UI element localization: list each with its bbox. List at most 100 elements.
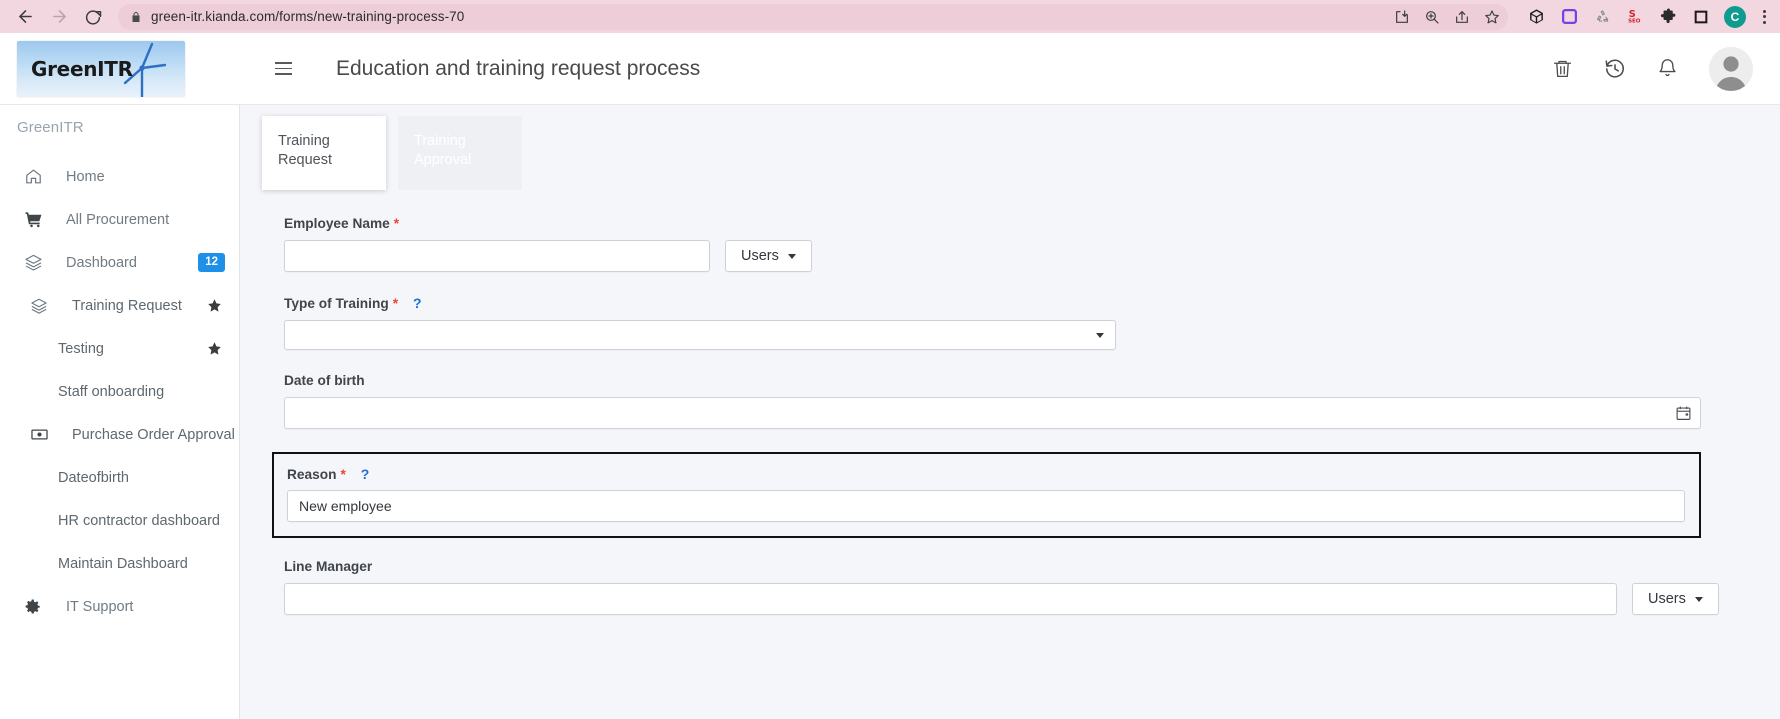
reason-input[interactable] xyxy=(287,490,1685,522)
line-manager-field-group: Line Manager Users xyxy=(284,559,1780,615)
header-actions xyxy=(1552,46,1780,91)
sidebar-item-label: Home xyxy=(66,168,105,185)
chevron-down-icon xyxy=(1096,332,1104,338)
app-header: GreenITR Education and training request … xyxy=(0,33,1780,105)
favorite-star-icon[interactable] xyxy=(207,298,222,313)
share-icon[interactable] xyxy=(1454,9,1470,25)
line-manager-input[interactable] xyxy=(284,583,1617,615)
gear-icon xyxy=(24,598,46,616)
sidebar-item-testing[interactable]: Testing xyxy=(0,327,239,370)
sidebar-item-maintain-dashboard[interactable]: Maintain Dashboard xyxy=(0,542,239,585)
reason-field-group[interactable]: Reason * ? xyxy=(272,452,1701,538)
sidebar-item-label: Dateofbirth xyxy=(58,469,129,486)
date-of-birth-label: Date of birth xyxy=(284,373,1780,388)
sidebar-item-staff-onboarding[interactable]: Staff onboarding xyxy=(0,370,239,413)
type-of-training-select[interactable] xyxy=(284,320,1116,350)
star-bookmark-icon[interactable] xyxy=(1484,9,1500,25)
label-text: Date of birth xyxy=(284,373,365,388)
sidebar-item-label: HR contractor dashboard xyxy=(58,512,220,529)
reload-button[interactable] xyxy=(78,2,108,32)
training-request-form: Employee Name * Users Type of Training *… xyxy=(262,190,1780,615)
download-icon[interactable] xyxy=(1394,9,1410,25)
status-badge: 12 xyxy=(198,253,225,272)
tab-training-approval[interactable]: Training Approval xyxy=(398,116,522,190)
chevron-down-icon xyxy=(787,253,796,259)
label-text: Employee Name xyxy=(284,216,390,231)
label-text: Line Manager xyxy=(284,559,373,574)
logo-text: GreenITR xyxy=(31,56,133,81)
sidebar-item-all-procurement[interactable]: All Procurement xyxy=(0,198,239,241)
greenitr-logo-image: GreenITR xyxy=(17,40,185,97)
puzzle-extensions-icon[interactable] xyxy=(1658,7,1678,27)
money-icon xyxy=(30,425,52,444)
purple-square-extension-icon[interactable] xyxy=(1559,7,1579,27)
sidebar-item-it-support[interactable]: IT Support xyxy=(0,585,239,628)
cube-extension-icon[interactable] xyxy=(1526,7,1546,27)
app-logo[interactable]: GreenITR xyxy=(0,33,240,105)
delete-icon[interactable] xyxy=(1552,58,1573,79)
employee-name-input[interactable] xyxy=(284,240,710,272)
browser-profile-avatar[interactable]: C xyxy=(1724,5,1746,28)
address-bar[interactable]: green-itr.kianda.com/forms/new-training-… xyxy=(118,3,1508,30)
url-text: green-itr.kianda.com/forms/new-training-… xyxy=(151,9,465,24)
layers-icon xyxy=(30,297,52,315)
required-marker: * xyxy=(392,295,399,311)
seo-extension-icon[interactable]: S SEO xyxy=(1625,7,1645,27)
browser-menu-icon[interactable] xyxy=(1759,9,1770,24)
sidebar-item-label: All Procurement xyxy=(66,211,170,228)
type-of-training-label: Type of Training * ? xyxy=(284,295,1780,311)
sidebar-item-dashboard[interactable]: Dashboard 12 xyxy=(0,241,239,284)
black-square-extension-icon[interactable] xyxy=(1691,7,1711,27)
sidebar-item-label: Purchase Order Approval xyxy=(72,426,235,443)
recycle-extension-icon[interactable] xyxy=(1592,7,1612,27)
sidebar-item-label: IT Support xyxy=(66,598,134,615)
page-title: Education and training request process xyxy=(336,56,701,80)
sidebar-item-dateofbirth[interactable]: Dateofbirth xyxy=(0,456,239,499)
favorite-star-icon[interactable] xyxy=(207,341,222,356)
sidebar-item-home[interactable]: Home xyxy=(0,155,239,198)
tab-training-request[interactable]: Training Request xyxy=(262,116,386,190)
avatar[interactable] xyxy=(1709,46,1753,91)
calendar-icon[interactable] xyxy=(1675,405,1692,422)
help-icon[interactable]: ? xyxy=(361,466,370,482)
sidebar-item-label: Dashboard xyxy=(66,254,137,271)
sidebar-item-label: Maintain Dashboard xyxy=(58,555,188,572)
forward-button[interactable] xyxy=(44,2,74,32)
help-icon[interactable]: ? xyxy=(413,295,422,311)
label-text: Reason xyxy=(287,466,337,482)
avatar-person-icon xyxy=(1709,46,1753,91)
zoom-search-icon[interactable] xyxy=(1424,9,1440,25)
svg-text:SEO: SEO xyxy=(1628,19,1641,25)
home-icon xyxy=(24,167,46,186)
lock-icon xyxy=(130,11,142,23)
history-icon[interactable] xyxy=(1604,58,1626,80)
date-of-birth-field-group: Date of birth xyxy=(284,373,1780,429)
sidebar-item-hr-contractor-dashboard[interactable]: HR contractor dashboard xyxy=(0,499,239,542)
main-content: Training Request Training Approval Emplo… xyxy=(240,105,1780,719)
cart-icon xyxy=(24,210,46,229)
employee-name-label: Employee Name * xyxy=(284,216,1780,231)
layers-icon xyxy=(24,253,46,272)
line-manager-label: Line Manager xyxy=(284,559,1780,574)
sidebar: GreenITR Home All Procurement Dashboard … xyxy=(0,105,240,719)
browser-toolbar: green-itr.kianda.com/forms/new-training-… xyxy=(0,0,1780,33)
type-of-training-field-group: Type of Training * ? xyxy=(284,295,1780,350)
sidebar-item-label: Training Request xyxy=(72,297,182,314)
extensions-area: S SEO C xyxy=(1516,5,1770,28)
required-marker: * xyxy=(393,216,400,231)
sidebar-brand: GreenITR xyxy=(17,119,84,136)
sidebar-item-label: Staff onboarding xyxy=(58,383,165,400)
date-of-birth-input[interactable] xyxy=(284,397,1701,429)
required-marker: * xyxy=(340,466,346,482)
sidebar-item-training-request[interactable]: Training Request xyxy=(0,284,239,327)
employee-users-picker-button[interactable]: Users xyxy=(725,240,812,272)
chevron-down-icon xyxy=(1694,596,1703,602)
menu-toggle-icon[interactable] xyxy=(263,49,303,89)
users-picker-label: Users xyxy=(741,248,779,264)
back-button[interactable] xyxy=(10,2,40,32)
form-step-tabs: Training Request Training Approval xyxy=(262,105,1780,190)
sidebar-item-purchase-order-approval[interactable]: Purchase Order Approval xyxy=(0,413,239,456)
label-text: Type of Training xyxy=(284,295,389,311)
notifications-icon[interactable] xyxy=(1657,58,1678,79)
line-manager-users-picker-button[interactable]: Users xyxy=(1632,583,1719,615)
